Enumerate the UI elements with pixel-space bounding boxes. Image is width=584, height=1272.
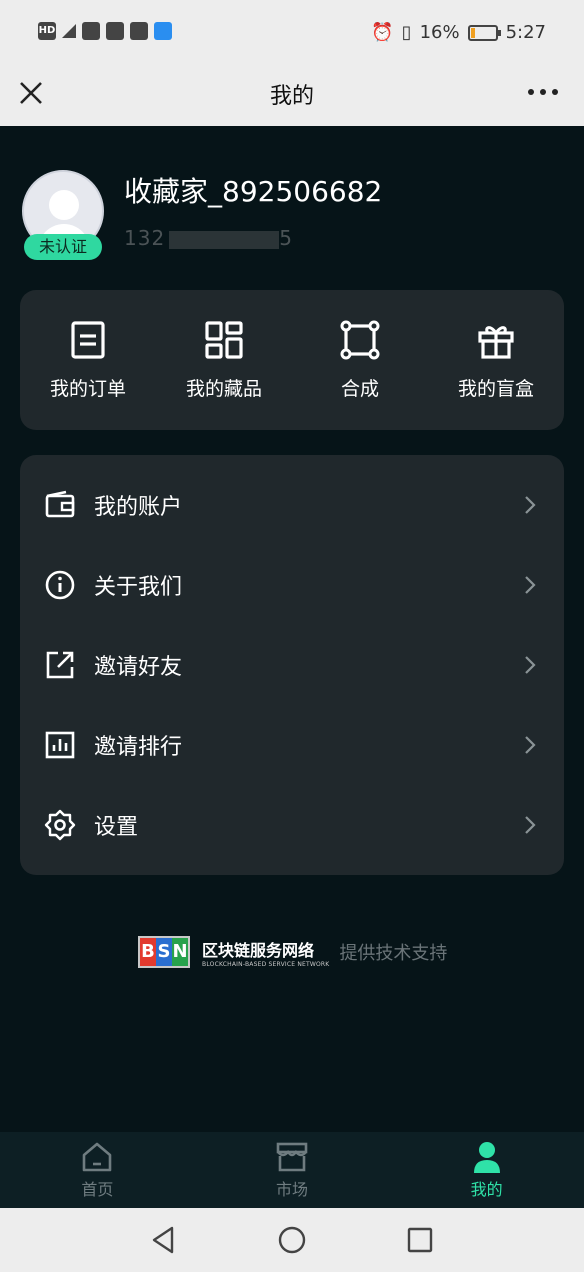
phone-prefix: 132 xyxy=(124,226,166,250)
quick-action-label: 我的订单 xyxy=(49,378,126,400)
recents-icon[interactable] xyxy=(404,1224,436,1256)
chevron-right-icon xyxy=(525,656,536,674)
market-icon xyxy=(276,1142,308,1172)
status-bar: HD ⏰ ▯ 16% 5:27 xyxy=(0,0,584,66)
menu-item-about[interactable]: 关于我们 xyxy=(20,545,564,625)
tab-label: 市场 xyxy=(276,1180,309,1199)
home-circle-icon[interactable] xyxy=(276,1224,308,1256)
system-nav-bar xyxy=(0,1208,584,1272)
menu-item-ranking[interactable]: 邀请排行 xyxy=(20,705,564,785)
menu-item-label: 邀请排行 xyxy=(94,735,183,760)
quick-action-blindbox[interactable]: 我的盲盒 xyxy=(428,290,564,430)
bsn-footer: BSN 区块链服务网络 BLOCKCHAIN-BASED SERVICE NET… xyxy=(138,934,447,970)
menu-item-label: 邀请好友 xyxy=(94,655,183,680)
verification-badge[interactable]: 未认证 xyxy=(24,234,102,260)
share-icon xyxy=(46,651,74,679)
chevron-right-icon xyxy=(525,576,536,594)
clock: 5:27 xyxy=(505,22,546,43)
wallet-icon xyxy=(45,490,75,518)
quick-action-collection[interactable]: 我的藏品 xyxy=(156,290,292,430)
tab-market[interactable]: 市场 xyxy=(195,1132,390,1208)
page-title: 我的 xyxy=(269,84,314,109)
bsn-logo-b: B xyxy=(140,938,156,966)
quick-action-label: 我的盲盒 xyxy=(457,378,534,400)
chevron-right-icon xyxy=(525,816,536,834)
bottom-tab-bar: 首页 市场 我的 xyxy=(0,1132,584,1208)
gift-icon xyxy=(478,326,514,359)
menu-card: 我的账户 关于我们 邀请好友 邀请排行 设置 xyxy=(20,455,564,875)
battery-fill xyxy=(470,27,475,38)
compose-icon xyxy=(340,320,380,360)
quick-action-label: 合成 xyxy=(340,378,379,400)
quick-action-orders[interactable]: 我的订单 xyxy=(20,290,156,430)
tab-label: 我的 xyxy=(470,1180,503,1199)
chevron-right-icon xyxy=(525,736,536,754)
avatar-head xyxy=(49,190,79,220)
battery-text: 16% xyxy=(419,22,460,43)
menu-item-settings[interactable]: 设置 xyxy=(20,785,564,865)
profile-icon xyxy=(473,1142,500,1173)
quick-action-compose[interactable]: 合成 xyxy=(292,290,428,430)
quick-action-label: 我的藏品 xyxy=(185,378,262,400)
menu-item-label: 我的账户 xyxy=(94,495,183,520)
bsn-logo-n: N xyxy=(172,938,188,966)
heart-icon xyxy=(82,22,100,40)
more-icon[interactable] xyxy=(526,80,560,104)
wechat-icon xyxy=(130,22,148,40)
order-icon xyxy=(71,321,105,359)
battery-icon xyxy=(467,24,501,41)
4g-signal-icon xyxy=(62,24,76,38)
bsn-name: 区块链服务网络 BLOCKCHAIN-BASED SERVICE NETWORK xyxy=(202,937,329,968)
info-icon xyxy=(45,570,75,600)
collection-icon xyxy=(205,321,243,359)
bsn-name-en: BLOCKCHAIN-BASED SERVICE NETWORK xyxy=(202,960,330,968)
bsn-logo-s: S xyxy=(156,938,172,966)
profile-section: 未认证 收藏家_892506682 132 5 xyxy=(0,126,584,286)
tech-support-text: 提供技术支持 xyxy=(339,943,448,964)
back-icon[interactable] xyxy=(148,1224,180,1256)
status-left-icons: HD xyxy=(38,22,172,40)
search-app-icon xyxy=(154,22,172,40)
chevron-right-icon xyxy=(525,496,536,514)
status-right: ⏰ ▯ 16% 5:27 xyxy=(371,22,546,43)
menu-item-label: 设置 xyxy=(94,815,139,840)
menu-item-invite[interactable]: 邀请好友 xyxy=(20,625,564,705)
title-bar: 我的 xyxy=(0,66,584,126)
alarm-icon: ⏰ xyxy=(371,22,394,43)
vibrate-icon: ▯ xyxy=(401,22,412,43)
username: 收藏家_892506682 xyxy=(124,175,383,208)
tab-label: 首页 xyxy=(81,1180,114,1199)
hd-icon: HD xyxy=(38,22,56,40)
menu-item-label: 关于我们 xyxy=(94,575,183,600)
bsn-logo: BSN xyxy=(138,936,190,968)
settings-icon xyxy=(44,809,76,841)
phone-mask xyxy=(169,230,280,249)
bsn-name-cn: 区块链服务网络 xyxy=(202,940,315,960)
app-icon xyxy=(106,22,124,40)
tab-home[interactable]: 首页 xyxy=(0,1132,195,1208)
phone-suffix: 5 xyxy=(279,226,293,250)
phone-number: 132 5 xyxy=(124,226,293,250)
tab-profile[interactable]: 我的 xyxy=(389,1132,584,1208)
quick-actions-card: 我的订单 我的藏品 合成 我的盲盒 xyxy=(20,290,564,430)
menu-item-account[interactable]: 我的账户 xyxy=(20,465,564,545)
home-icon xyxy=(83,1142,112,1172)
chart-icon xyxy=(45,731,75,759)
